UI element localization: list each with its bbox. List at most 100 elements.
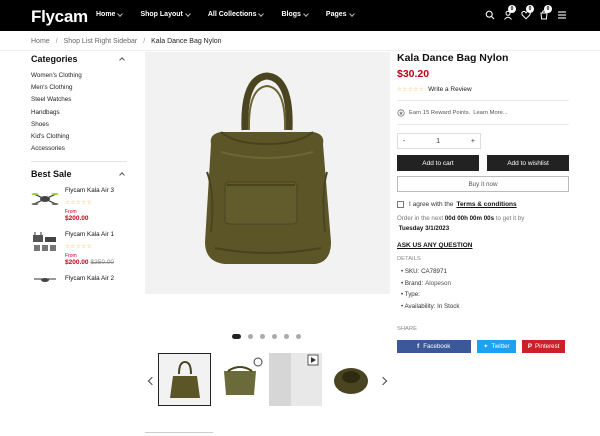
write-review-link[interactable]: Write a Review [428, 86, 472, 93]
buy-now-button[interactable]: Buy it now [397, 176, 569, 192]
share-twitter-button[interactable]: ✦ Twitter [476, 340, 517, 353]
product-price: $200.00 [65, 215, 89, 223]
terms-agreement: I agree with the Terms & conditions [397, 201, 569, 208]
terms-checkbox[interactable] [397, 201, 404, 208]
category-item[interactable]: Steel Watches [31, 94, 127, 106]
share-label: Facebook [423, 343, 451, 350]
chevron-down-icon [348, 10, 355, 17]
product-meta: • SKU: CA78971 • Brand: Alopeson • Type: … [397, 266, 569, 312]
gallery-dot[interactable] [260, 334, 265, 339]
user-icon[interactable]: 0 [500, 5, 516, 22]
share-facebook-button[interactable]: f Facebook [397, 340, 471, 353]
twitter-icon: ✦ [483, 343, 489, 350]
divider [31, 161, 127, 163]
best-sale-item[interactable]: Flycam Kala Air 1 ☆☆☆☆☆ From $200.00 $250… [31, 229, 127, 267]
chevron-down-icon [185, 10, 191, 17]
product-name[interactable]: Flycam Kala Air 3 [65, 187, 114, 194]
nav-item-all-collections[interactable]: All Collections [207, 10, 265, 18]
thumbnail-2[interactable] [214, 353, 267, 406]
thumbnail-video[interactable] [269, 353, 322, 406]
chevron-down-icon [303, 10, 309, 17]
breadcrumb-separator: / [143, 38, 146, 45]
best-sale-list: Flycam Kala Air 3 ☆☆☆☆☆ From $200.00 Fly… [31, 185, 127, 311]
gallery-dot[interactable] [272, 334, 277, 339]
order-mid: to get it by [495, 215, 525, 222]
category-item[interactable]: Kid's Clothing [31, 131, 127, 143]
sku-row: • SKU: CA78971 [401, 268, 447, 275]
nav-label: Home [96, 11, 116, 18]
divider [397, 100, 569, 101]
product-price: $30.20 [397, 68, 430, 80]
divider [397, 124, 569, 125]
heart-icon[interactable]: 0 [518, 5, 534, 22]
gallery-dot[interactable] [232, 334, 241, 339]
sku-label: SKU: [404, 268, 420, 275]
qty-input[interactable]: 1 [436, 138, 440, 145]
category-list: Women's Clothing Men's Clothing Steel Wa… [31, 70, 127, 155]
add-to-wishlist-button[interactable]: Add to wishlist [487, 155, 569, 171]
cart-buttons: Add to cart Add to wishlist [397, 155, 569, 171]
brand-link[interactable]: Alopeson [425, 280, 451, 287]
brand-label: Brand: [404, 279, 424, 287]
add-to-cart-button[interactable]: Add to cart [397, 155, 479, 171]
chevron-left-icon[interactable] [147, 376, 157, 386]
learn-more-link[interactable]: Learn More... [473, 110, 507, 116]
nav-item-home[interactable]: Home [96, 10, 124, 18]
share-title: SHARE [397, 326, 417, 332]
terms-link[interactable]: Terms & conditions [456, 201, 516, 208]
search-icon[interactable] [482, 8, 498, 22]
chevron-down-icon [117, 10, 124, 17]
main-nav: Home Shop Layout All Collections Blogs P… [96, 10, 372, 18]
gallery-dot[interactable] [284, 334, 289, 339]
nav-item-shop-layout[interactable]: Shop Layout [140, 10, 191, 18]
nav-item-blogs[interactable]: Blogs [281, 10, 309, 18]
categories-title: Categories [31, 54, 78, 64]
product-main-image[interactable] [145, 52, 390, 294]
breadcrumb-shop-list[interactable]: Shop List Right Sidebar [64, 38, 138, 45]
menu-icon[interactable] [554, 8, 570, 22]
category-item[interactable]: Women's Clothing [31, 70, 127, 82]
pinterest-icon: P [527, 343, 532, 350]
drone-thumbnail[interactable] [31, 273, 59, 302]
bag-image [205, 72, 331, 264]
best-sale-header[interactable]: Best Sale [31, 167, 127, 181]
availability-label: Availability: [404, 302, 436, 310]
cart-icon[interactable]: 0 [536, 5, 552, 22]
details-title: DETAILS [397, 256, 421, 262]
availability-value: In Stock [437, 302, 460, 310]
share-pinterest-button[interactable]: P Pinterest [522, 340, 565, 353]
nav-label: Pages [325, 11, 347, 18]
ask-question-link[interactable]: ASK US ANY QUESTION [397, 242, 569, 249]
best-sale-item[interactable]: Flycam Kala Air 2 [31, 273, 127, 311]
category-item[interactable]: Men's Clothing [31, 82, 127, 94]
sku-value: CA78971 [421, 268, 447, 275]
category-item[interactable]: Shoes [31, 119, 127, 131]
site-logo[interactable]: Flycam [31, 7, 88, 27]
type-label: Type: [404, 291, 420, 298]
drone-thumbnail[interactable] [31, 185, 59, 214]
drone-thumbnail[interactable] [31, 229, 59, 258]
breadcrumb-home[interactable]: Home [31, 38, 50, 45]
gallery-dot[interactable] [296, 334, 301, 339]
categories-header[interactable]: Categories [31, 52, 127, 66]
qty-plus-button[interactable]: + [471, 138, 475, 145]
divider [0, 50, 600, 51]
best-sale-item[interactable]: Flycam Kala Air 3 ☆☆☆☆☆ From $200.00 [31, 185, 127, 223]
product-name[interactable]: Flycam Kala Air 1 [65, 231, 114, 238]
thumbnail-1[interactable] [158, 353, 211, 406]
category-item[interactable]: Accessories [31, 143, 127, 155]
gallery-dot[interactable] [248, 334, 253, 339]
cart-count-badge: 0 [544, 5, 552, 13]
qty-minus-button[interactable]: - [403, 138, 405, 145]
reward-points: Earn 15 Reward Points. Learn More... [397, 108, 569, 118]
nav-label: All Collections [207, 11, 257, 18]
top-header: Flycam Home Shop Layout All Collections … [0, 0, 600, 31]
product-name[interactable]: Flycam Kala Air 2 [65, 275, 114, 282]
chevron-right-icon[interactable] [378, 376, 388, 386]
countdown-timer: 00d 00h 00m 00s [444, 215, 495, 222]
reward-icon [397, 109, 405, 117]
thumbnail-4[interactable] [325, 353, 378, 406]
category-item[interactable]: Handbags [31, 107, 127, 119]
product-details: Kala Dance Bag Nylon $30.20 ☆☆☆☆☆ Write … [397, 52, 569, 353]
nav-item-pages[interactable]: Pages [325, 10, 355, 18]
